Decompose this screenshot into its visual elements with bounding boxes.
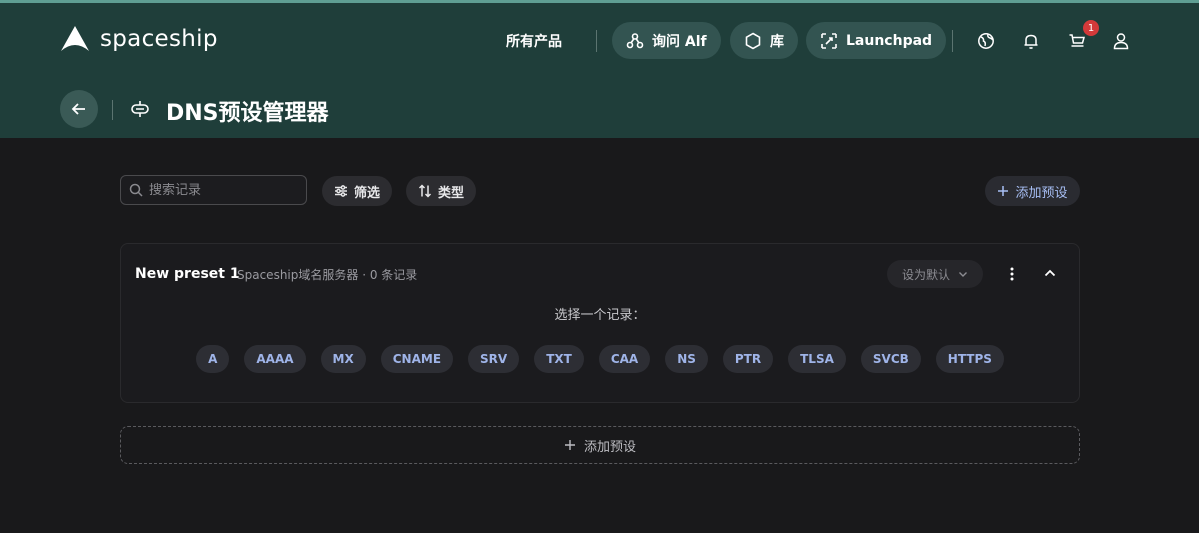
sliders-icon xyxy=(335,185,347,197)
record-type-mx[interactable]: MX xyxy=(320,345,366,373)
hexagon-icon xyxy=(745,32,761,49)
preset-name[interactable]: New preset 1 xyxy=(135,266,240,282)
chevron-down-icon xyxy=(959,272,967,277)
search-input[interactable] xyxy=(149,182,299,198)
set-default-button[interactable]: 设为默认 xyxy=(887,260,983,288)
sort-label: 类型 xyxy=(438,185,465,201)
dns-preset-icon xyxy=(131,101,149,117)
title-divider xyxy=(112,100,113,120)
sort-button[interactable]: 类型 xyxy=(406,176,477,206)
record-type-svcb[interactable]: SVCB xyxy=(860,345,921,373)
record-type-aaaa[interactable]: AAAA xyxy=(244,345,306,373)
chevron-up-icon[interactable] xyxy=(1043,266,1057,280)
account-button[interactable] xyxy=(1111,31,1131,51)
globe-icon xyxy=(978,33,994,49)
add-preset-dashed-label: 添加预设 xyxy=(583,439,636,455)
search-box[interactable] xyxy=(120,175,307,205)
brand-name: spaceship xyxy=(100,26,218,52)
record-type-caa[interactable]: CAA xyxy=(598,345,651,373)
launchpad-button[interactable]: Launchpad xyxy=(806,22,947,59)
preset-card: New preset 1 Spaceship域名服务器 · 0 条记录 设为默认… xyxy=(120,243,1080,403)
record-type-cname[interactable]: CNAME xyxy=(380,345,454,373)
choose-record-label: 选择一个记录： xyxy=(554,308,646,323)
spaceship-logo-icon xyxy=(61,26,89,51)
record-type-tlsa[interactable]: TLSA xyxy=(788,345,846,373)
back-button[interactable] xyxy=(60,90,98,128)
language-button[interactable] xyxy=(976,31,996,51)
filter-button[interactable]: 筛选 xyxy=(322,176,393,206)
cart-button[interactable] xyxy=(1067,31,1087,51)
filter-label: 筛选 xyxy=(354,185,381,201)
record-type-txt[interactable]: TXT xyxy=(534,345,584,373)
record-type-srv[interactable]: SRV xyxy=(468,345,520,373)
set-default-label: 设为默认 xyxy=(901,267,950,282)
alf-icon xyxy=(626,32,644,48)
more-options-icon[interactable] xyxy=(1005,264,1019,284)
preset-meta: Spaceship域名服务器 · 0 条记录 xyxy=(237,268,418,282)
cart-icon xyxy=(1069,34,1085,47)
search-icon xyxy=(129,183,143,197)
launchpad-icon xyxy=(821,32,837,49)
plus-icon xyxy=(564,440,575,450)
plus-icon xyxy=(998,186,1009,196)
add-preset-dashed-button[interactable]: 添加预设 xyxy=(120,426,1080,464)
app-header: spaceship 所有产品 询问 Alf 库 Launchpad 1 DNS预… xyxy=(0,3,1199,138)
record-type-ptr[interactable]: PTR xyxy=(722,345,774,373)
brand-logo[interactable]: spaceship xyxy=(60,25,218,53)
cart-count-badge: 1 xyxy=(1083,20,1099,36)
nav-divider xyxy=(952,30,953,52)
bell-icon xyxy=(1024,34,1038,49)
add-preset-button[interactable]: 添加预设 xyxy=(985,176,1080,206)
arrow-left-icon xyxy=(71,103,85,115)
record-type-list: A AAAA MX CNAME SRV TXT CAA NS PTR TLSA … xyxy=(121,345,1079,373)
ask-alf-button[interactable]: 询问 Alf xyxy=(612,22,721,59)
sort-arrows-icon xyxy=(418,184,432,198)
launchpad-label: Launchpad xyxy=(846,32,933,49)
page-title: DNS预设管理器 xyxy=(166,101,329,126)
record-type-https[interactable]: HTTPS xyxy=(935,345,1004,373)
record-type-ns[interactable]: NS xyxy=(665,345,708,373)
all-products-link[interactable]: 所有产品 xyxy=(506,22,562,60)
ask-alf-label: 询问 Alf xyxy=(652,33,707,50)
library-label: 库 xyxy=(770,33,784,50)
library-button[interactable]: 库 xyxy=(730,22,798,59)
add-preset-label: 添加预设 xyxy=(1015,185,1068,201)
notifications-button[interactable] xyxy=(1021,31,1041,51)
nav-divider xyxy=(596,30,597,52)
user-icon xyxy=(1113,33,1129,50)
record-type-a[interactable]: A xyxy=(196,345,230,373)
